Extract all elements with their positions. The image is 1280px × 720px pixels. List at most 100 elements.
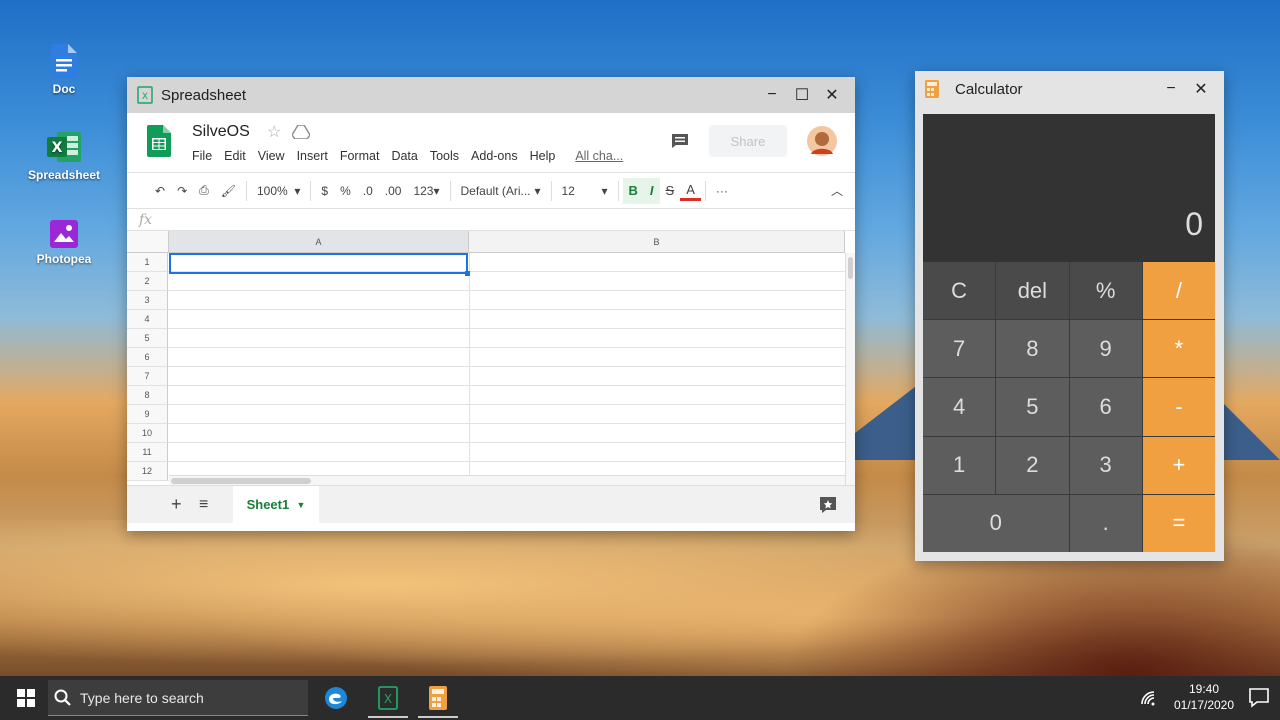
currency-button[interactable]: $: [315, 178, 334, 204]
drive-icon[interactable]: [292, 125, 310, 139]
key-0[interactable]: 0: [923, 494, 1069, 552]
desktop-icon-doc[interactable]: Doc: [14, 44, 114, 96]
row-header[interactable]: 7: [127, 367, 168, 386]
maximize-button[interactable]: ☐: [787, 85, 817, 105]
key-1[interactable]: 1: [923, 436, 996, 494]
menu-help[interactable]: Help: [530, 149, 556, 163]
row-gridline: [168, 461, 845, 462]
menu-tools[interactable]: Tools: [430, 149, 459, 163]
text-color-button[interactable]: A: [680, 181, 701, 201]
column-header-a[interactable]: A: [169, 231, 469, 253]
comment-icon[interactable]: [671, 133, 689, 149]
print-icon[interactable]: ⎙: [193, 178, 215, 204]
vertical-scrollbar[interactable]: [845, 253, 855, 485]
key-decimal[interactable]: .: [1069, 494, 1142, 552]
cell-grid[interactable]: A B 1 2 3 4 5 6 7 8 9 10 11 12: [127, 231, 855, 485]
menu-format[interactable]: Format: [340, 149, 380, 163]
zoom-select[interactable]: 100% ▾: [251, 178, 306, 204]
bold-button[interactable]: B: [622, 177, 644, 204]
notification-icon[interactable]: [1249, 688, 1269, 708]
close-button[interactable]: ✕: [817, 85, 847, 105]
redo-icon[interactable]: ↷: [171, 178, 193, 204]
undo-icon[interactable]: ↶: [149, 178, 171, 204]
desktop-icon-photopea[interactable]: Photopea: [14, 220, 114, 266]
key-9[interactable]: 9: [1069, 320, 1142, 378]
row-header[interactable]: 1: [127, 253, 168, 272]
row-gridline: [168, 423, 845, 424]
explore-icon[interactable]: [819, 496, 837, 514]
row-header[interactable]: 9: [127, 405, 168, 424]
collapse-chevron-icon[interactable]: ︿: [825, 178, 849, 204]
number-format-select[interactable]: 123 ▾: [407, 178, 445, 204]
key-3[interactable]: 3: [1069, 436, 1142, 494]
minimize-button[interactable]: −: [1156, 80, 1186, 98]
key-2[interactable]: 2: [996, 436, 1069, 494]
key-subtract[interactable]: -: [1142, 378, 1215, 436]
paint-format-icon[interactable]: 🖌︎: [215, 178, 242, 204]
row-header[interactable]: 5: [127, 329, 168, 348]
close-button[interactable]: ✕: [1186, 79, 1216, 99]
add-sheet-button[interactable]: +: [171, 494, 182, 515]
key-divide[interactable]: /: [1142, 262, 1215, 320]
horizontal-scrollbar[interactable]: [169, 475, 845, 485]
row-header[interactable]: 6: [127, 348, 168, 367]
network-icon[interactable]: [1140, 690, 1160, 706]
star-icon[interactable]: ☆: [267, 122, 281, 142]
fill-handle[interactable]: [465, 271, 470, 276]
key-multiply[interactable]: *: [1142, 320, 1215, 378]
avatar[interactable]: [807, 126, 837, 156]
row-header[interactable]: 8: [127, 386, 168, 405]
font-size-select[interactable]: 12 ▾: [556, 178, 614, 204]
menu-addons[interactable]: Add-ons: [471, 149, 518, 163]
spreadsheet-titlebar[interactable]: X Spreadsheet − ☐ ✕: [127, 77, 855, 113]
key-6[interactable]: 6: [1069, 378, 1142, 436]
menu-file[interactable]: File: [192, 149, 212, 163]
strikethrough-button[interactable]: S: [660, 178, 681, 204]
taskbar-calculator[interactable]: [416, 676, 460, 720]
corner-cell[interactable]: [127, 231, 169, 253]
minimize-button[interactable]: −: [757, 86, 787, 104]
vertical-scroll-thumb[interactable]: [848, 257, 853, 279]
clock[interactable]: 19:40 01/17/2020: [1166, 681, 1242, 713]
italic-button[interactable]: I: [643, 177, 660, 204]
selected-cell[interactable]: [169, 253, 468, 274]
key-percent[interactable]: %: [1069, 262, 1142, 320]
taskbar-spreadsheet[interactable]: X: [366, 676, 410, 720]
increase-decimal-button[interactable]: .00: [379, 178, 408, 204]
key-equals[interactable]: =: [1142, 494, 1215, 552]
all-changes-link[interactable]: All cha...: [575, 149, 623, 163]
formula-bar[interactable]: fx: [127, 209, 855, 231]
font-select[interactable]: Default (Ari... ▾: [455, 178, 547, 204]
menu-data[interactable]: Data: [391, 149, 417, 163]
sheet-tab-sheet1[interactable]: Sheet1 ▼: [233, 486, 319, 523]
key-delete[interactable]: del: [996, 262, 1069, 320]
key-5[interactable]: 5: [996, 378, 1069, 436]
taskbar-edge[interactable]: [314, 676, 358, 720]
key-add[interactable]: +: [1142, 436, 1215, 494]
all-sheets-button[interactable]: ≡: [199, 496, 208, 514]
column-header-b[interactable]: B: [469, 231, 845, 253]
calculator-titlebar[interactable]: Calculator − ✕: [915, 71, 1224, 107]
doc-title[interactable]: SilveOS: [192, 123, 250, 141]
taskbar-search[interactable]: Type here to search: [48, 680, 308, 716]
menu-view[interactable]: View: [258, 149, 285, 163]
row-header[interactable]: 10: [127, 424, 168, 443]
menu-insert[interactable]: Insert: [297, 149, 328, 163]
row-header[interactable]: 11: [127, 443, 168, 462]
key-4[interactable]: 4: [923, 378, 996, 436]
share-button[interactable]: Share: [709, 125, 787, 157]
key-clear[interactable]: C: [923, 262, 996, 320]
key-8[interactable]: 8: [996, 320, 1069, 378]
menu-edit[interactable]: Edit: [224, 149, 246, 163]
percent-button[interactable]: %: [334, 178, 357, 204]
windows-start-icon[interactable]: [17, 689, 35, 707]
decrease-decimal-button[interactable]: .0: [357, 178, 379, 204]
more-button[interactable]: ···: [710, 178, 734, 204]
row-header[interactable]: 2: [127, 272, 168, 291]
key-7[interactable]: 7: [923, 320, 996, 378]
row-header[interactable]: 3: [127, 291, 168, 310]
row-header[interactable]: 4: [127, 310, 168, 329]
horizontal-scroll-thumb[interactable]: [171, 478, 311, 484]
row-header[interactable]: 12: [127, 462, 168, 481]
desktop-icon-spreadsheet[interactable]: X Spreadsheet: [14, 130, 114, 182]
